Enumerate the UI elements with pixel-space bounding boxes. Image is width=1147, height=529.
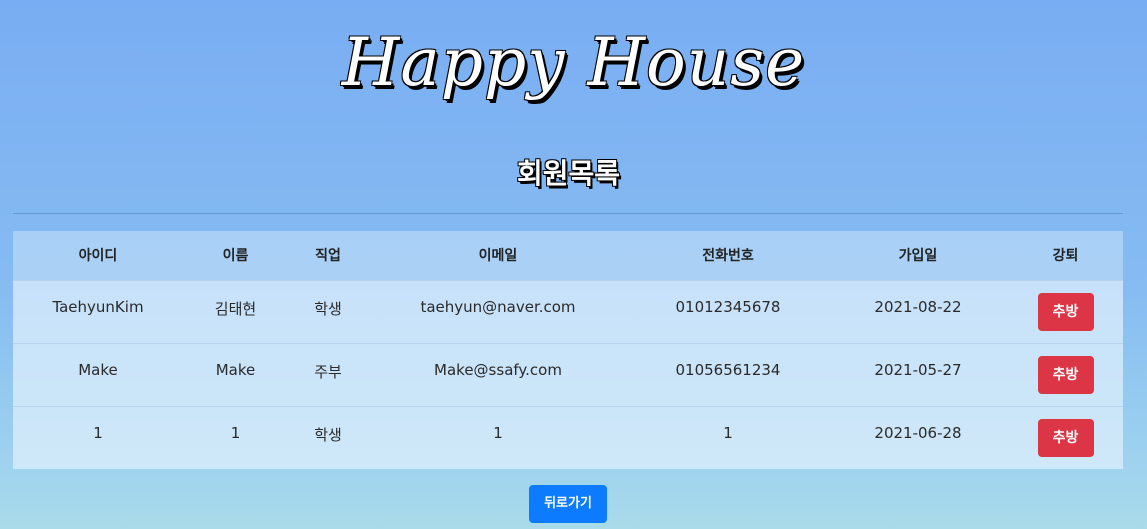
cell-name: 1 [230,423,241,442]
header-email: 이메일 [478,248,518,265]
cell-action: 추방 [1008,406,1123,469]
cell-action: 추방 [1008,343,1123,406]
divider [13,213,1123,214]
header-phone: 전화번호 [702,248,754,265]
kick-button[interactable]: 추방 [1037,292,1094,331]
cell-name: 김태현 [214,299,257,318]
cell-phone: 01056561234 [675,360,781,379]
cell-id: TaehyunKim [52,297,144,316]
member-table: 아이디 이름 직업 이메일 전화번호 가입일 강퇴 TaehyunKim 김태현… [13,231,1123,469]
cell-phone: 01012345678 [675,297,781,316]
cell-email: Make@ssafy.com [434,360,562,379]
table-row: 1 1 학생 1 1 2021-06-28 추방 [13,406,1123,469]
cell-email: 1 [493,423,503,442]
table-row: Make Make 주부 Make@ssafy.com 01056561234 … [13,343,1123,406]
header-id: 아이디 [78,248,118,265]
header-name: 이름 [222,248,249,265]
cell-id: Make [78,360,118,379]
back-button[interactable]: 뒤로가기 [529,485,607,523]
cell-joined: 2021-05-27 [874,360,962,379]
cell-job: 학생 [314,425,342,444]
header-kick: 강퇴 [1052,248,1079,265]
cell-job: 학생 [314,299,342,318]
cell-job: 주부 [314,362,342,381]
member-table-container: 아이디 이름 직업 이메일 전화번호 가입일 강퇴 TaehyunKim 김태현… [13,231,1123,469]
header-job: 직업 [315,248,341,265]
cell-joined: 2021-06-28 [874,423,962,442]
brand-logo: Happy House [341,24,806,101]
cell-id: 1 [93,423,103,442]
table-row: TaehyunKim 김태현 학생 taehyun@naver.com 0101… [13,280,1123,343]
page-title: 회원목록 [516,157,621,190]
cell-email: taehyun@naver.com [420,297,576,316]
table-header-row: 아이디 이름 직업 이메일 전화번호 가입일 강퇴 [13,231,1123,280]
cell-name: Make [215,360,256,379]
kick-button[interactable]: 추방 [1037,355,1094,394]
header-joined: 가입일 [898,248,938,265]
cell-phone: 1 [723,423,733,442]
cell-joined: 2021-08-22 [874,297,962,316]
cell-action: 추방 [1008,280,1123,343]
kick-button[interactable]: 추방 [1037,418,1094,457]
